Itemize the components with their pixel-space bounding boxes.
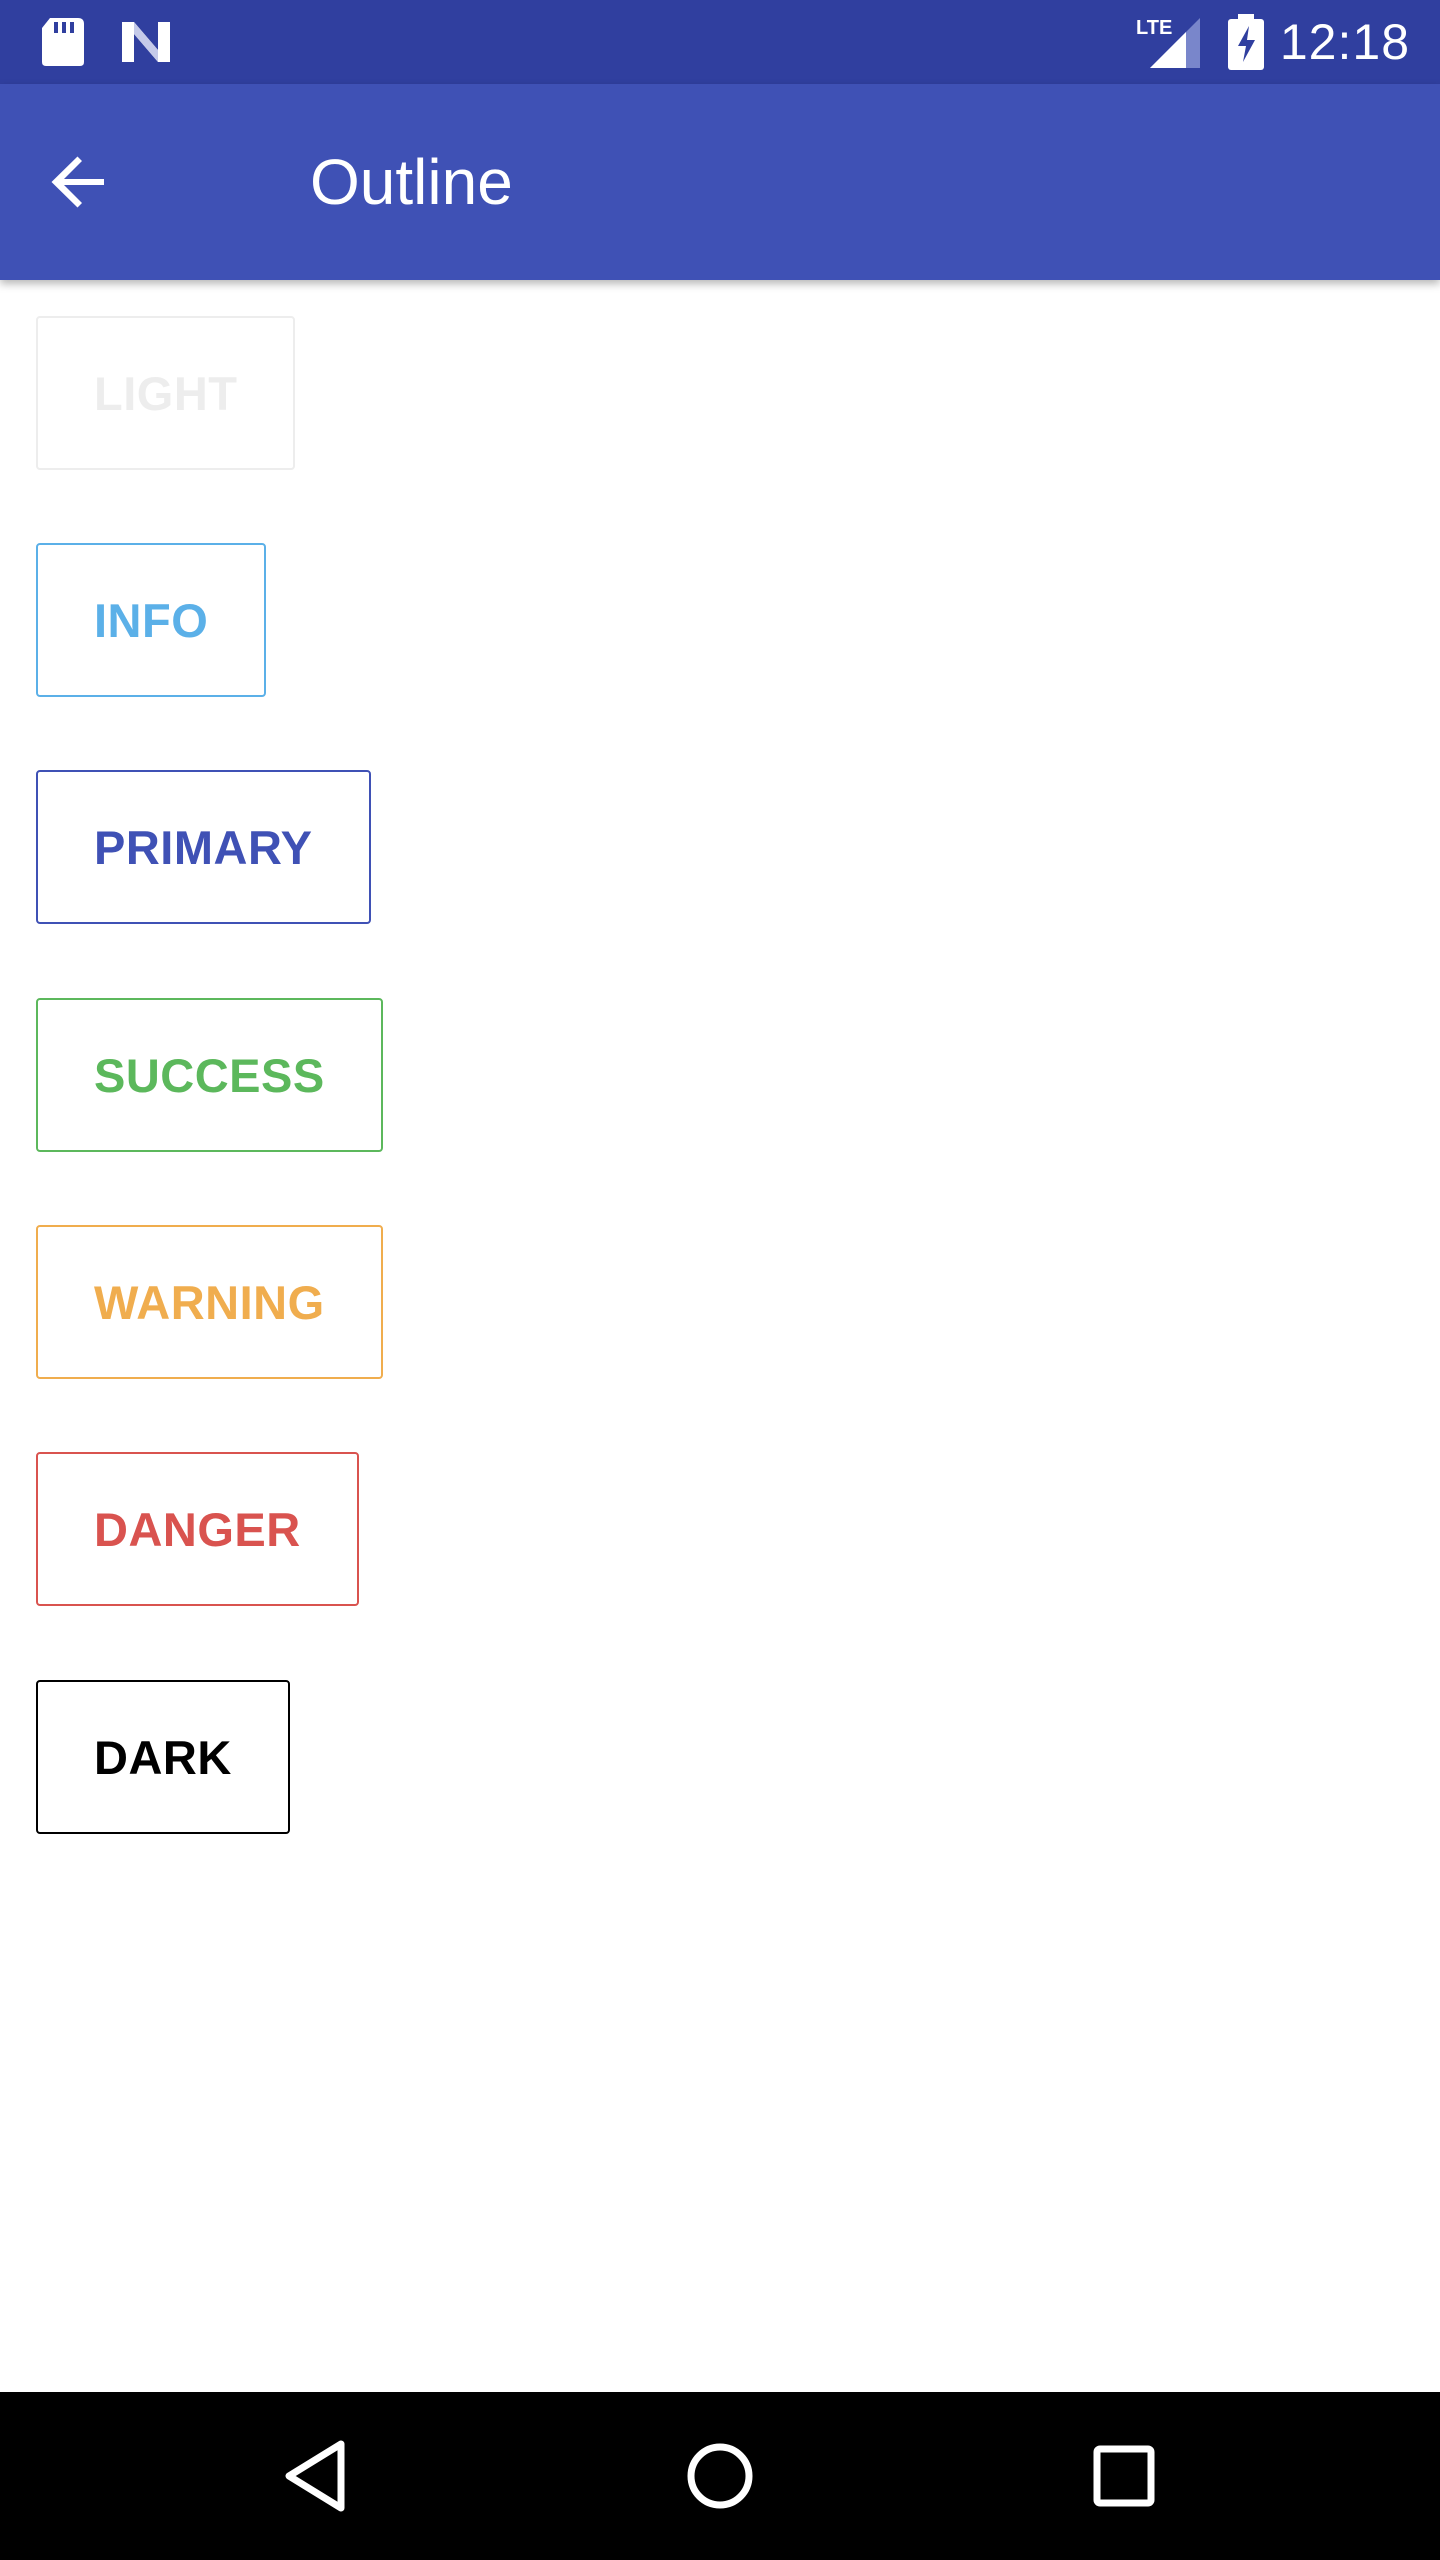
status-bar: LTE 12:18: [0, 0, 1440, 84]
light-outline-button[interactable]: LIGHT: [36, 316, 296, 470]
info-outline-button[interactable]: INFO: [36, 543, 267, 697]
home-circle-icon: [687, 2443, 753, 2509]
lte-label: LTE: [1136, 17, 1172, 39]
screen: LTE 12:18 Outline LIGHT INFO PRIMARY SUC…: [0, 0, 1440, 2560]
primary-outline-button[interactable]: PRIMARY: [36, 770, 371, 924]
lte-signal-icon: LTE: [1136, 17, 1200, 68]
recents-square-icon: [1093, 2445, 1155, 2507]
danger-outline-button[interactable]: DANGER: [36, 1452, 359, 1606]
status-clock: 12:18: [1279, 14, 1410, 70]
nav-back-button[interactable]: [266, 2426, 366, 2526]
back-triangle-icon: [285, 2440, 345, 2512]
nav-home-button[interactable]: [670, 2426, 770, 2526]
battery-charging-icon: [1228, 14, 1264, 70]
back-button[interactable]: [30, 132, 130, 232]
success-outline-button[interactable]: SUCCESS: [36, 998, 383, 1152]
arrow-back-icon: [51, 156, 104, 208]
page-title: Outline: [310, 146, 513, 218]
dark-outline-button[interactable]: DARK: [36, 1680, 290, 1834]
sd-card-icon: [42, 18, 84, 66]
nav-recents-button[interactable]: [1074, 2426, 1174, 2526]
notification-n-icon: [122, 22, 170, 62]
warning-outline-button[interactable]: WARNING: [36, 1225, 383, 1379]
button-list: LIGHT INFO PRIMARY SUCCESS WARNING DANGE…: [0, 280, 1440, 2392]
navigation-bar: [0, 2392, 1440, 2560]
app-bar: Outline: [0, 84, 1440, 280]
